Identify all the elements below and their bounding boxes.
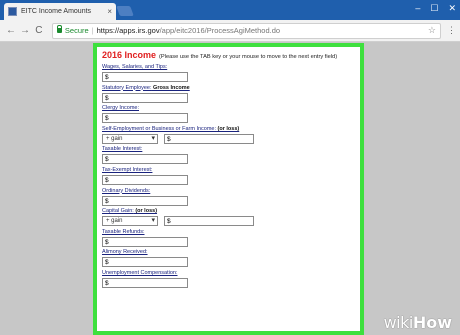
new-tab-button[interactable] — [116, 6, 134, 16]
window-controls: – ☐ ✕ — [415, 3, 456, 14]
field-label: Unemployment Compensation: — [102, 269, 355, 277]
browser-menu-icon[interactable]: ⋮ — [447, 25, 456, 36]
income-field: Self-Employment or Business or Farm Inco… — [102, 125, 355, 144]
close-window-icon[interactable]: ✕ — [448, 3, 456, 14]
lock-icon — [56, 25, 63, 33]
amount-input[interactable]: $ — [102, 236, 188, 247]
income-field: Tax-Exempt Interest: $ — [102, 166, 355, 185]
form-title: 2016 Income — [102, 50, 157, 60]
forward-arrow-icon[interactable]: → — [18, 25, 32, 36]
page-content: 2016 Income (Please use the TAB key or y… — [0, 43, 460, 335]
field-label-text: Taxable Refunds: — [102, 228, 145, 235]
url-host: https://apps.irs.gov — [96, 26, 160, 35]
field-label-text: Self-Employment or Business or Farm Inco… — [102, 125, 217, 132]
maximize-icon[interactable]: ☐ — [430, 3, 438, 14]
gain-loss-select[interactable]: + gain — [102, 216, 158, 227]
amount-input[interactable]: $ — [102, 72, 188, 82]
amount-input[interactable]: $ — [102, 92, 188, 103]
minimize-icon[interactable]: – — [415, 3, 420, 14]
field-label-text: Wages, Salaries, and Tips: — [102, 64, 168, 70]
field-label: Taxable Refunds: — [102, 228, 355, 236]
form-instructions: (Please use the TAB key or your mouse to… — [159, 54, 338, 60]
gain-loss-select[interactable]: + gain — [102, 133, 158, 144]
field-row: $ — [102, 277, 355, 288]
income-field: Taxable Interest: $ — [102, 145, 355, 165]
income-field: Taxable Refunds: $ — [102, 228, 355, 247]
bookmark-star-icon[interactable]: ☆ — [428, 25, 436, 36]
browser-tab[interactable]: EITC Income Amounts × — [4, 3, 116, 20]
tab-close-icon[interactable]: × — [107, 7, 112, 16]
field-label-text: Alimony Received: — [102, 249, 148, 256]
field-label: Wages, Salaries, and Tips: — [102, 63, 355, 71]
field-row: + gain $ — [102, 216, 355, 227]
field-row: $ — [102, 92, 355, 103]
field-label-text: Clergy Income: — [102, 105, 139, 112]
field-label-text: Tax-Exempt Interest: — [102, 166, 153, 173]
field-label: Alimony Received: — [102, 248, 355, 256]
income-field: Alimony Received: $ — [102, 248, 355, 268]
tab-title: EITC Income Amounts — [21, 8, 92, 15]
field-row: $ — [102, 174, 355, 185]
field-row: $ — [102, 195, 355, 206]
reload-icon[interactable]: C — [32, 25, 46, 36]
field-row: $ — [102, 72, 355, 82]
field-row: + gain $ — [102, 133, 355, 144]
field-label: Self-Employment or Business or Farm Inco… — [102, 125, 355, 133]
address-bar[interactable]: Secure | https://apps.irs.gov /app/eitc2… — [51, 22, 441, 39]
url-separator: | — [91, 26, 94, 35]
field-label-extra: Gross Income — [151, 84, 190, 91]
browser-toolbar: ← → C Secure | https://apps.irs.gov /app… — [0, 20, 460, 42]
income-field: Clergy Income: $ — [102, 104, 355, 124]
amount-input[interactable]: $ — [164, 133, 254, 144]
field-label-text: Statutory Employee: — [102, 84, 152, 91]
field-row: $ — [102, 236, 355, 247]
watermark-part2: How — [412, 313, 452, 332]
income-field: Unemployment Compensation: $ — [102, 269, 355, 288]
field-label: Ordinary Dividends: — [102, 187, 355, 195]
field-label: Taxable Interest: — [102, 145, 355, 153]
amount-input[interactable]: $ — [102, 174, 188, 185]
field-row: $ — [102, 154, 355, 165]
tab-strip: EITC Income Amounts × – ☐ ✕ — [0, 0, 460, 20]
field-label: Clergy Income: — [102, 104, 355, 112]
field-label-text: Taxable Interest: — [102, 146, 143, 153]
amount-input[interactable]: $ — [102, 154, 188, 165]
secure-label: Secure — [64, 26, 89, 35]
wikihow-watermark: wiki How — [384, 313, 452, 332]
field-label-text: Capital Gain: — [102, 208, 134, 215]
income-form-panel: 2016 Income (Please use the TAB key or y… — [93, 43, 364, 335]
income-field: Capital Gain: (or loss)+ gain $ — [102, 207, 355, 227]
field-label: Capital Gain: (or loss) — [102, 207, 355, 215]
field-label-extra: (or loss) — [133, 208, 158, 215]
income-field: Ordinary Dividends: $ — [102, 187, 355, 206]
income-fields: Wages, Salaries, and Tips: $ Statutory Emp… — [102, 63, 355, 288]
form-header: 2016 Income (Please use the TAB key or y… — [102, 50, 355, 60]
amount-input[interactable]: $ — [102, 195, 188, 206]
income-field: Wages, Salaries, and Tips: $ — [102, 63, 355, 82]
amount-input[interactable]: $ — [102, 277, 188, 288]
amount-input[interactable]: $ — [102, 257, 188, 268]
irs-favicon-icon — [8, 7, 17, 16]
field-label-text: Unemployment Compensation: — [102, 269, 178, 276]
amount-input[interactable]: $ — [102, 113, 188, 124]
amount-input[interactable]: $ — [164, 216, 254, 227]
url-path: /app/eitc2016/ProcessAgiMethod.do — [159, 26, 281, 35]
back-arrow-icon[interactable]: ← — [4, 25, 18, 36]
field-row: $ — [102, 113, 355, 124]
field-label: Tax-Exempt Interest: — [102, 166, 355, 174]
field-label-extra: (or loss) — [216, 125, 240, 132]
watermark-part1: wiki — [383, 313, 414, 332]
field-label-text: Ordinary Dividends: — [102, 187, 151, 194]
income-field: Statutory Employee: Gross Income $ — [102, 84, 355, 103]
field-row: $ — [102, 257, 355, 268]
field-label: Statutory Employee: Gross Income — [102, 84, 355, 92]
